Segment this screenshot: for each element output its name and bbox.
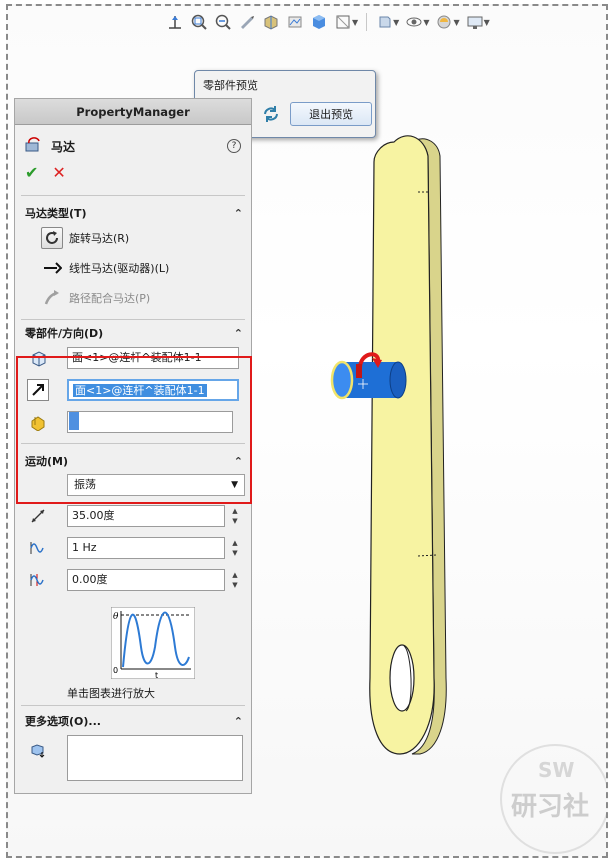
ok-button[interactable]: ✔ [25, 163, 38, 182]
popup-title: 零部件预览 [203, 79, 258, 92]
motor-type-section-header[interactable]: 马达类型(T) ⌃ [25, 205, 243, 221]
graphics-area[interactable]: ▼ ▼ ▼ ▼ ▼ 零部件预览 退出预览 PropertyManager 马达 … [8, 6, 606, 856]
graph-x-label: t [155, 671, 158, 679]
exit-preview-button[interactable]: 退出预览 [290, 102, 373, 126]
link-part[interactable] [369, 135, 447, 755]
collapse-icon[interactable]: ⌃ [234, 715, 243, 728]
watermark-sub: SW [538, 758, 575, 782]
load-bearing-faces-field[interactable] [67, 735, 243, 781]
pm-header: PropertyManager [15, 99, 251, 125]
phase-field[interactable]: 0.00度 [67, 569, 225, 591]
phase-spinner[interactable]: ▲ ▼ [227, 569, 243, 591]
frequency-spinner[interactable]: ▲ ▼ [227, 537, 243, 559]
motion-highlight-box [16, 356, 252, 504]
frequency-field[interactable]: 1 Hz [67, 537, 225, 559]
motion-profile-graph[interactable]: θ 0 t [111, 607, 195, 679]
path-mate-motor-option[interactable]: 路径配合马达(P) [41, 287, 150, 309]
cancel-button[interactable]: ✕ [52, 163, 65, 182]
motor-icon [25, 137, 43, 156]
help-icon[interactable]: ? [227, 139, 241, 153]
path-mate-motor-icon [41, 287, 63, 309]
rotary-motor-icon [41, 227, 63, 249]
watermark-text: 研习社 [511, 792, 590, 822]
pin-cylinder[interactable] [330, 360, 407, 400]
phase-shift-icon [27, 569, 49, 591]
linear-motor-option[interactable]: 线性马达(驱动器)(L) [41, 257, 169, 279]
pm-title: 马达 [51, 140, 76, 154]
graph-zero-label: 0 [113, 666, 118, 675]
collapse-icon[interactable]: ⌃ [234, 207, 243, 220]
linear-motor-icon [41, 257, 63, 279]
load-bearing-faces-icon [27, 739, 49, 761]
amplitude-field[interactable]: 35.00度 [67, 505, 225, 527]
amplitude-icon [27, 505, 49, 527]
component-direction-section-header[interactable]: 零部件/方向(D) ⌃ [25, 325, 243, 341]
frequency-icon [27, 537, 49, 559]
swap-preview-icon[interactable] [256, 101, 286, 127]
collapse-icon[interactable]: ⌃ [234, 327, 243, 340]
amplitude-spinner[interactable]: ▲ ▼ [227, 505, 243, 527]
graph-y-label: θ [113, 612, 119, 622]
rotary-motor-option[interactable]: 旋转马达(R) [41, 227, 129, 249]
graph-caption: 单击图表进行放大 [67, 687, 155, 700]
more-options-section-header[interactable]: 更多选项(O)... ⌃ [25, 713, 243, 729]
